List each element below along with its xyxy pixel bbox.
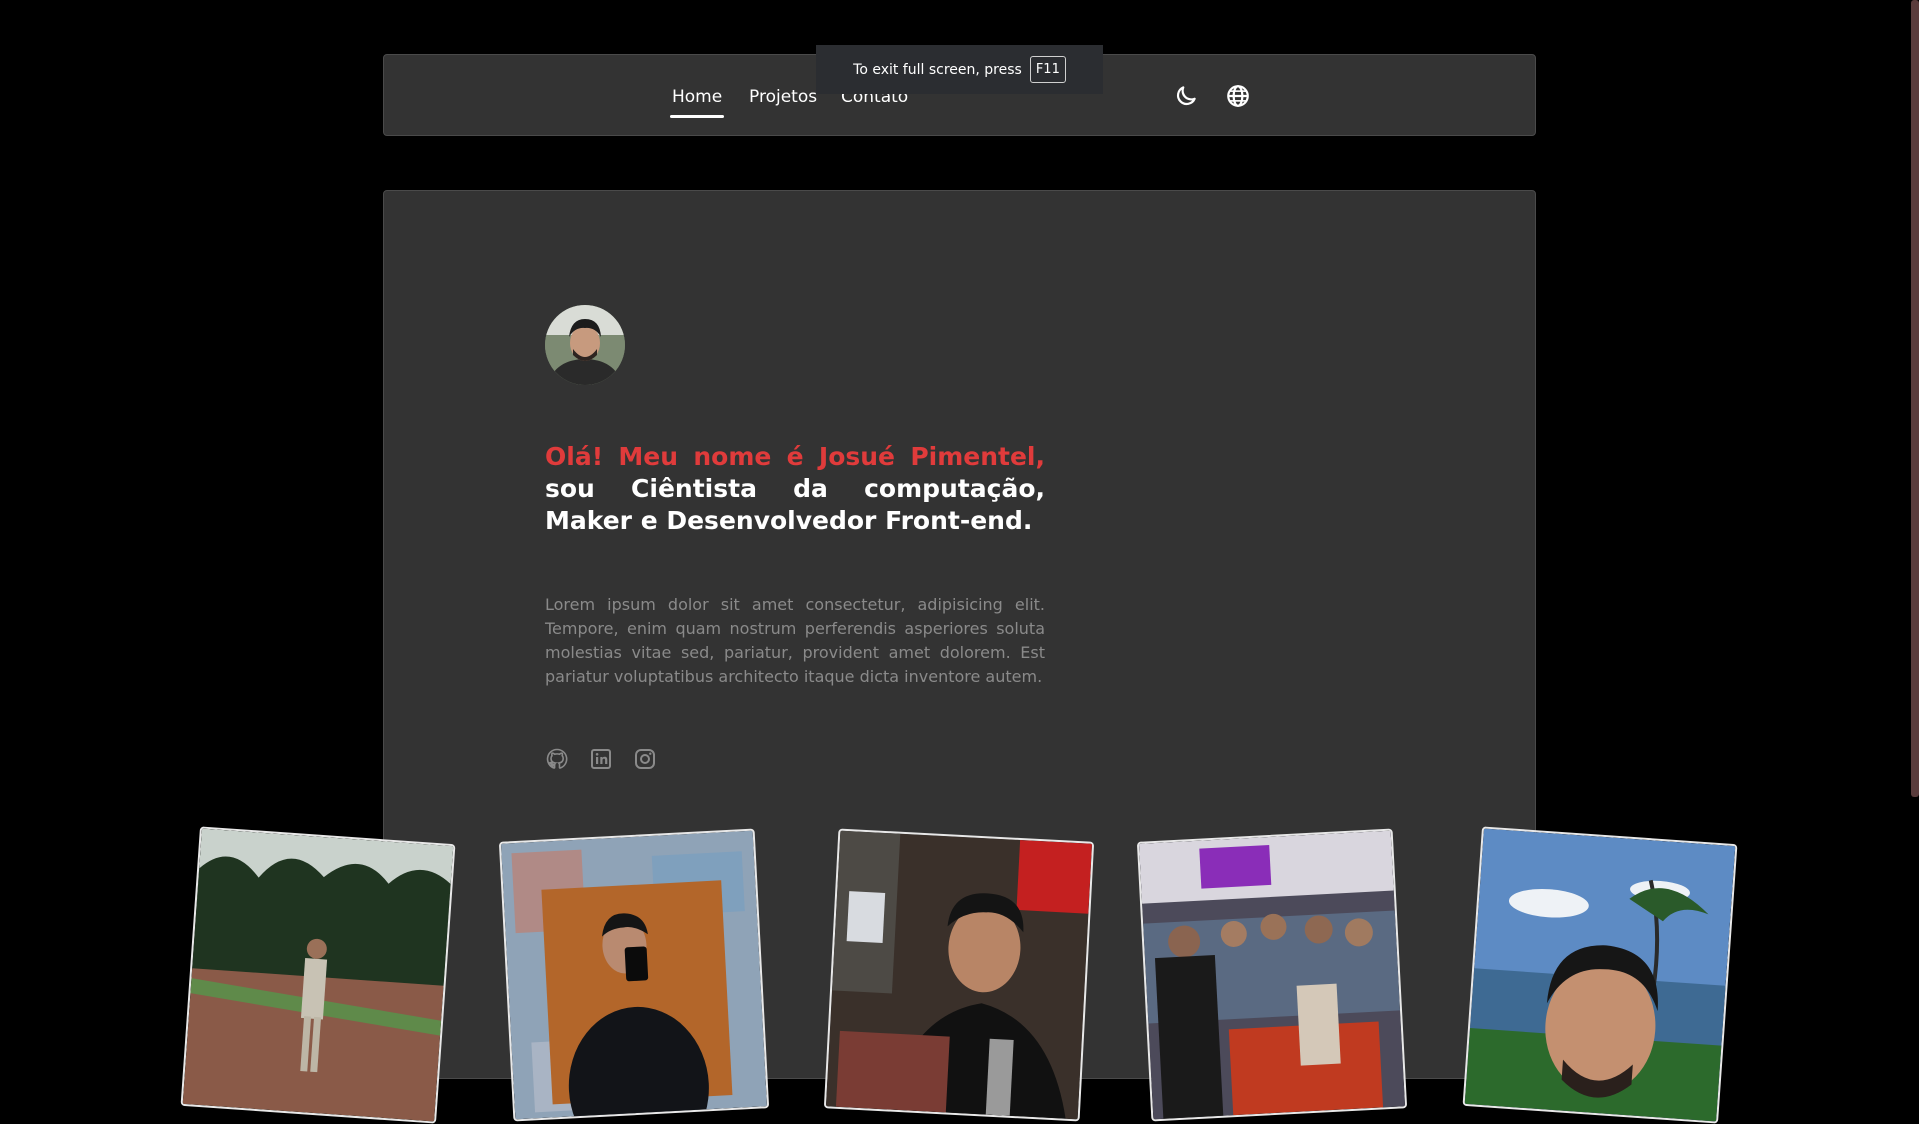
fullscreen-notice-text: To exit full screen, press xyxy=(853,61,1022,78)
nav-link-home[interactable]: Home xyxy=(669,87,725,118)
photo-mirror-selfie[interactable] xyxy=(498,828,770,1122)
linkedin-icon[interactable] xyxy=(589,747,613,771)
photo-workshop[interactable] xyxy=(1136,828,1408,1122)
moon-icon[interactable] xyxy=(1173,83,1199,109)
photo-lakeside-selfie[interactable] xyxy=(1462,826,1738,1124)
scrollbar[interactable] xyxy=(1911,0,1919,797)
social-links xyxy=(545,747,657,771)
instagram-icon[interactable] xyxy=(633,747,657,771)
headline-greeting: Olá! Meu nome é Josué Pimentel, xyxy=(545,442,1045,471)
intro-paragraph: Lorem ipsum dolor sit amet consectetur, … xyxy=(545,595,1045,686)
photo-laptop-event[interactable] xyxy=(823,828,1095,1122)
fullscreen-key: F11 xyxy=(1029,56,1066,83)
headline-rest: sou Ciêntista da computação, Maker e Des… xyxy=(545,474,1045,535)
fullscreen-notice: To exit full screen, press F11 xyxy=(816,45,1103,94)
photo-park[interactable] xyxy=(180,826,456,1124)
headline: Olá! Meu nome é Josué Pimentel, sou Ciên… xyxy=(545,441,1045,537)
avatar xyxy=(545,305,625,385)
github-icon[interactable] xyxy=(545,747,569,771)
nav-link-projetos[interactable]: Projetos xyxy=(749,87,817,107)
globe-icon[interactable] xyxy=(1225,83,1251,109)
